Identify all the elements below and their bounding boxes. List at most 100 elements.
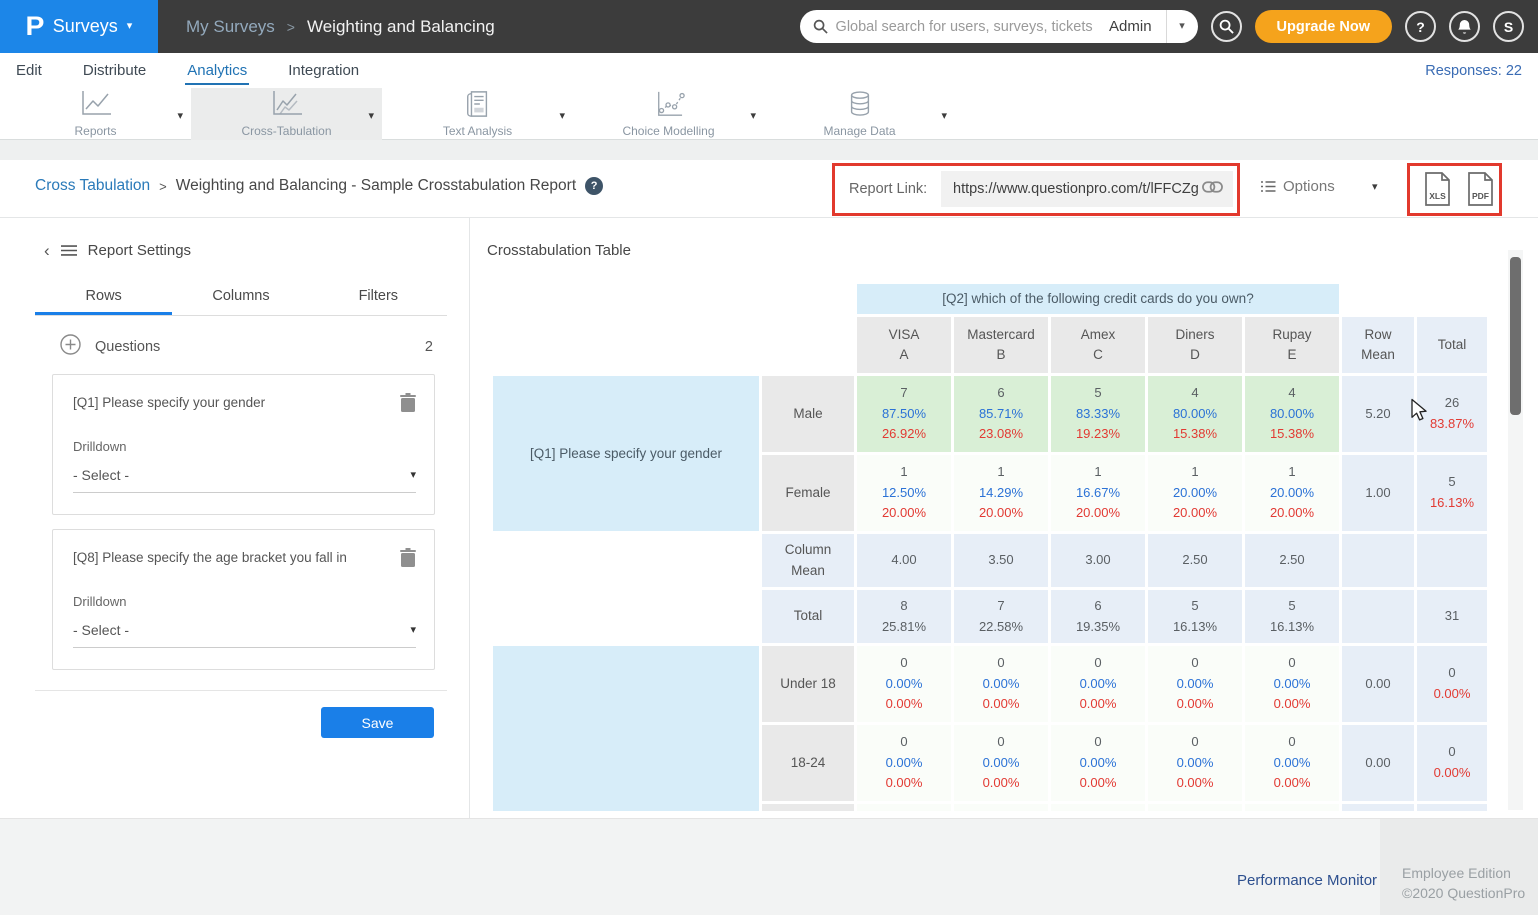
news-document-icon bbox=[463, 90, 493, 123]
toolbar-tab-label: Choice Modelling bbox=[622, 124, 714, 138]
nav-item-distribute[interactable]: Distribute bbox=[81, 56, 148, 85]
report-help-icon[interactable]: ? bbox=[585, 177, 603, 195]
add-question-button[interactable] bbox=[60, 334, 81, 360]
options-dropdown-chevron-icon[interactable]: ▾ bbox=[1372, 182, 1378, 193]
link-icon[interactable] bbox=[1202, 180, 1223, 198]
spacer-cell bbox=[493, 284, 759, 314]
column-total-cell: 516.13% bbox=[1245, 590, 1339, 643]
crosstab-cell: 00.00%0.00% bbox=[954, 725, 1048, 801]
drilldown-select[interactable]: - Select -▾ bbox=[73, 467, 416, 493]
save-button[interactable]: Save bbox=[321, 707, 434, 738]
toolbar-tab-choice-modelling[interactable]: Choice Modelling ▾ bbox=[573, 88, 764, 140]
chevron-down-icon: ▾ bbox=[410, 470, 416, 481]
column-header-amex: AmexC bbox=[1051, 317, 1145, 373]
report-link-box: https://www.questionpro.com/t/lFFCZg bbox=[941, 171, 1233, 207]
breadcrumb-current-survey: Weighting and Balancing bbox=[307, 17, 495, 37]
page-footer: Performance Monitor Employee Edition ©20… bbox=[0, 818, 1538, 915]
toolbar-tab-label: Reports bbox=[74, 124, 116, 138]
help-button[interactable]: ? bbox=[1405, 11, 1436, 42]
row-label-female: Female bbox=[762, 455, 854, 531]
trash-icon bbox=[400, 554, 416, 571]
cross-tab-chart-icon bbox=[270, 90, 304, 123]
empty-summary-cell bbox=[1342, 534, 1414, 587]
settings-tab-rows[interactable]: Rows bbox=[35, 280, 172, 315]
performance-monitor-link[interactable]: Performance Monitor bbox=[1237, 872, 1377, 889]
app-window: P Surveys ▾ My Surveys > Weighting and B… bbox=[0, 0, 1538, 915]
row-mean-cell: 0.00 bbox=[1342, 725, 1414, 801]
top-bar-actions: Admin ▾ Upgrade Now ? S bbox=[800, 0, 1524, 53]
crosstab-cell: 480.00%15.38% bbox=[1245, 376, 1339, 452]
report-header-bar: Cross Tabulation > Weighting and Balanci… bbox=[0, 160, 1538, 218]
spacer-cell bbox=[493, 590, 759, 643]
row-mean-cell: 0.00 bbox=[1342, 646, 1414, 722]
crosstab-cell: 00.00%0.00% bbox=[1245, 646, 1339, 722]
drilldown-select[interactable]: - Select -▾ bbox=[73, 622, 416, 648]
settings-tab-filters[interactable]: Filters bbox=[310, 280, 447, 315]
svg-text:XLS: XLS bbox=[1429, 191, 1446, 201]
hamburger-icon bbox=[61, 244, 77, 257]
search-scope-dropdown[interactable]: ▾ bbox=[1166, 10, 1198, 43]
crosstab-cell: 00.00%0.00% bbox=[1148, 646, 1242, 722]
nav-item-edit[interactable]: Edit bbox=[14, 56, 44, 85]
options-button[interactable]: Options bbox=[1261, 178, 1335, 195]
column-total-cell: 516.13% bbox=[1148, 590, 1242, 643]
toolbar-tab-cross-tabulation[interactable]: Cross-Tabulation▾ bbox=[191, 88, 382, 140]
column-total-cell: 619.35% bbox=[1051, 590, 1145, 643]
chevron-down-icon[interactable]: ▾ bbox=[750, 109, 756, 122]
report-title: Weighting and Balancing - Sample Crossta… bbox=[176, 177, 576, 195]
breadcrumb-my-surveys[interactable]: My Surveys bbox=[186, 17, 275, 37]
chevron-down-icon: ▾ bbox=[410, 625, 416, 636]
toolbar-tab-label: Text Analysis bbox=[443, 124, 512, 138]
global-search: Admin ▾ bbox=[800, 10, 1198, 43]
crosstab-cell: 120.00%20.00% bbox=[1245, 455, 1339, 531]
avatar-button[interactable]: S bbox=[1493, 11, 1524, 42]
row-label-18-24: 18-24 bbox=[762, 725, 854, 801]
questions-count: 2 bbox=[425, 339, 433, 355]
crosstab-cell: 583.33%19.23% bbox=[1051, 376, 1145, 452]
vertical-scrollbar[interactable] bbox=[1508, 250, 1523, 810]
breadcrumb-separator-icon: > bbox=[159, 179, 167, 194]
crosstab-table: [Q2] which of the following credit cards… bbox=[490, 281, 1490, 811]
question-card-header: [Q1] Please specify your gender bbox=[73, 395, 416, 417]
copyright-label: ©2020 QuestionPro bbox=[1402, 883, 1538, 903]
survey-nav: Edit Distribute Analytics Integration Respon… bbox=[0, 53, 1538, 88]
cross-tabulation-link[interactable]: Cross Tabulation bbox=[35, 177, 150, 195]
crosstab-cell: 480.00%15.38% bbox=[1148, 376, 1242, 452]
collapse-settings-button[interactable]: ‹ Report Settings bbox=[44, 242, 191, 259]
list-icon bbox=[1261, 180, 1276, 193]
scrollbar-thumb[interactable] bbox=[1510, 257, 1521, 415]
crosstab-cell: 685.71%23.08% bbox=[954, 376, 1048, 452]
drilldown-select-value: - Select - bbox=[73, 467, 410, 483]
chevron-down-icon[interactable]: ▾ bbox=[941, 109, 947, 122]
row-total-cell bbox=[1417, 804, 1487, 811]
column-header-row-mean: RowMean bbox=[1342, 317, 1414, 373]
column-header-rupay: RupayE bbox=[1245, 317, 1339, 373]
notifications-button[interactable] bbox=[1449, 11, 1480, 42]
delete-question-button[interactable] bbox=[400, 548, 416, 572]
search-input[interactable] bbox=[836, 19, 1101, 35]
breadcrumb: My Surveys > Weighting and Balancing bbox=[186, 17, 495, 37]
toolbar-tab-reports[interactable]: Reports ▾ bbox=[0, 88, 191, 140]
row-label-clipped bbox=[762, 804, 854, 811]
chevron-down-icon[interactable]: ▾ bbox=[177, 109, 183, 122]
responses-count: Responses: 22 bbox=[1425, 63, 1522, 79]
product-switcher[interactable]: P Surveys ▾ bbox=[0, 0, 158, 53]
report-link-url[interactable]: https://www.questionpro.com/t/lFFCZg bbox=[953, 181, 1202, 197]
chevron-down-icon[interactable]: ▾ bbox=[368, 109, 374, 122]
column-mean-cell: 4.00 bbox=[857, 534, 951, 587]
toolbar-tab-manage-data[interactable]: Manage Data▾ bbox=[764, 88, 955, 140]
settings-tab-columns[interactable]: Columns bbox=[172, 280, 309, 315]
search-submit-button[interactable] bbox=[1211, 11, 1242, 42]
row-label-total: Total bbox=[762, 590, 854, 643]
nav-item-integration[interactable]: Integration bbox=[286, 56, 361, 85]
export-xls-button[interactable]: XLS bbox=[1424, 172, 1451, 211]
export-pdf-button[interactable]: PDF bbox=[1467, 172, 1494, 211]
chevron-down-icon[interactable]: ▾ bbox=[559, 109, 565, 122]
delete-question-button[interactable] bbox=[400, 393, 416, 417]
report-settings-sidebar: ‹ Report Settings RowsColumnsFilters Que… bbox=[0, 218, 470, 818]
column-mean-cell: 3.00 bbox=[1051, 534, 1145, 587]
divider bbox=[35, 690, 447, 691]
upgrade-now-button[interactable]: Upgrade Now bbox=[1255, 10, 1392, 43]
toolbar-tab-text-analysis[interactable]: Text Analysis ▾ bbox=[382, 88, 573, 140]
nav-item-analytics[interactable]: Analytics bbox=[185, 56, 249, 85]
